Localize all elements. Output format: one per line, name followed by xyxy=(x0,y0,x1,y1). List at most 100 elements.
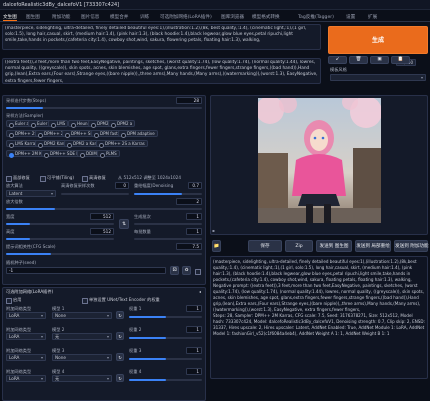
batch-count-label: 生成批次 xyxy=(134,214,151,219)
collapse-icon[interactable]: ◂ xyxy=(199,289,201,294)
send-to-extras-button[interactable]: 发送到 附加功能 xyxy=(394,240,429,252)
additional-networks-title[interactable]: 可选附加网络(LoRA插件) xyxy=(6,289,53,295)
upscale-by-slider[interactable] xyxy=(6,208,202,210)
tab-addnet[interactable]: 可选附加网络(LoRA插件) xyxy=(160,14,212,20)
refresh-models-button[interactable]: ↻ xyxy=(116,332,124,340)
refresh-models-button[interactable]: ↻ xyxy=(116,353,124,361)
face-restore-checkbox[interactable]: 面部修复 xyxy=(6,175,30,182)
network-weight-slider[interactable] xyxy=(129,316,202,318)
top-bar: dalcefoRealistic3dBy_dalcefoV1 [733307c4… xyxy=(0,0,430,10)
read-params-button[interactable]: ↙ xyxy=(328,56,347,64)
batch-count-slider[interactable] xyxy=(134,223,202,225)
cfg-input[interactable]: 7.5 xyxy=(176,243,202,250)
style-dropdown[interactable] xyxy=(330,74,426,81)
random-seed-button[interactable]: ⚄ xyxy=(170,266,179,275)
seed-label: 随机种子(seed) xyxy=(6,260,37,265)
reuse-seed-button[interactable]: ♻ xyxy=(182,266,191,275)
network-weight-label: 权重 2 xyxy=(129,327,142,332)
network-weight-input[interactable]: 1 xyxy=(186,305,202,312)
send-to-img2img-button[interactable]: 发送到 图生图 xyxy=(316,240,352,252)
generate-button[interactable]: 生成 xyxy=(328,26,428,54)
height-input[interactable]: 512 xyxy=(90,228,114,235)
network-weight-slider[interactable] xyxy=(129,379,202,381)
network-weight-input[interactable]: 1 xyxy=(186,326,202,333)
recycle-icon: ♻ xyxy=(184,268,189,273)
denoise-input[interactable]: 0.7 xyxy=(188,182,202,189)
save-button[interactable]: 保存 xyxy=(248,240,282,252)
steps-slider[interactable] xyxy=(6,107,202,109)
refresh-models-button[interactable]: ↻ xyxy=(116,374,124,382)
tab-img2img[interactable]: 图生图 xyxy=(26,14,40,20)
send-to-inpaint-button[interactable]: 发送到 局部重绘 xyxy=(355,240,391,252)
upscaler-dropdown[interactable]: Latent xyxy=(6,190,56,197)
upscaler-label: 放大算法 xyxy=(6,183,23,188)
tab-extras[interactable]: 附加功能 xyxy=(52,14,70,20)
sampler-option[interactable]: DPM++ 2S a Karras xyxy=(96,140,148,148)
network-weight-label: 权重 3 xyxy=(129,348,142,353)
hires-steps-input[interactable]: 0 xyxy=(115,182,129,189)
main-tabs: 文生图 图生图 附加功能 图片信息 模型合并 训练 可选附加网络(LoRA插件)… xyxy=(0,11,430,22)
width-slider[interactable] xyxy=(6,223,114,225)
network-model-dropdown[interactable]: 无 xyxy=(52,375,112,382)
network-weight-input[interactable]: 1 xyxy=(186,347,202,354)
upscale-by-input[interactable]: 2 xyxy=(176,198,202,205)
seed-input[interactable]: -1 xyxy=(6,267,166,274)
swap-dimensions-button[interactable]: ⇅ xyxy=(119,219,129,229)
tab-txt2img[interactable]: 文生图 xyxy=(3,14,17,21)
sampler-option[interactable]: DPM fast xyxy=(91,130,121,138)
batch-size-input[interactable]: 1 xyxy=(186,228,202,235)
tab-merge[interactable]: 模型合并 xyxy=(110,14,128,20)
steps-input[interactable]: 28 xyxy=(176,97,202,104)
denoise-slider[interactable] xyxy=(134,193,202,195)
image-preview-label: ▪ xyxy=(212,228,215,233)
trash-button[interactable]: 🗑 xyxy=(349,56,368,64)
tab-gallery[interactable]: 图库浏览器 xyxy=(221,14,244,20)
sampler-option[interactable]: DPM adaptive xyxy=(118,130,158,138)
sampler-option[interactable]: Euler xyxy=(28,120,51,128)
network-model-dropdown[interactable]: None xyxy=(52,312,112,319)
open-folder-button[interactable]: 📁 xyxy=(212,240,221,252)
network-type-dropdown[interactable]: LoRA xyxy=(6,333,46,340)
cfg-slider[interactable] xyxy=(6,253,202,255)
cfg-label: 提示词相关性(CFG Scale) xyxy=(6,244,56,249)
clipboard-icon: 📋 xyxy=(397,57,404,62)
negative-prompt-textarea[interactable]: ((extra feet)),3 feet,more than two feet… xyxy=(2,58,321,84)
width-input[interactable]: 512 xyxy=(90,213,114,220)
height-slider[interactable] xyxy=(6,238,114,240)
generated-image[interactable] xyxy=(258,98,381,223)
tab-tagger[interactable]: Tag反推(Tagger) xyxy=(298,14,334,20)
tab-png-info[interactable]: 图片信息 xyxy=(81,14,99,20)
tab-settings[interactable]: 设置 xyxy=(346,14,355,20)
tab-extensions[interactable]: 扩展 xyxy=(368,14,377,20)
refresh-models-button[interactable]: ↻ xyxy=(116,311,124,319)
tab-train[interactable]: 训练 xyxy=(140,14,149,20)
hires-steps-slider[interactable] xyxy=(61,193,129,195)
negative-prompt-text: ((extra feet)),3 feet,more than two feet… xyxy=(5,60,318,84)
folder-icon: 📁 xyxy=(213,244,220,249)
network-model-dropdown[interactable]: None xyxy=(52,354,112,361)
tiling-checkbox[interactable]: 可平铺(Tiling) xyxy=(40,175,74,182)
hires-fix-checkbox[interactable]: 高清修复 xyxy=(82,175,106,182)
batch-size-slider[interactable] xyxy=(134,238,202,240)
batch-size-label: 每批数量 xyxy=(134,229,151,234)
sampler-option[interactable]: LMS xyxy=(48,120,69,128)
network-type-dropdown[interactable]: LoRA xyxy=(6,354,46,361)
enable-addnet-checkbox[interactable]: 启用 xyxy=(6,297,21,304)
cards-icon: ▣ xyxy=(377,57,382,62)
sampler-option[interactable]: DPM2 a xyxy=(108,120,136,128)
separate-weights-checkbox[interactable]: 单独设置 UNet/Text Encoder 的权重 xyxy=(82,297,160,304)
batch-count-input[interactable]: 1 xyxy=(186,213,202,220)
checkpoint-label[interactable]: dalcefoRealistic3dBy_dalcefoV1 [733307c4… xyxy=(3,2,119,8)
save-style-button[interactable]: 📋 xyxy=(391,56,410,64)
network-model-dropdown[interactable]: 无 xyxy=(52,333,112,340)
sampler-option[interactable]: PLMS xyxy=(97,150,120,158)
network-weight-input[interactable]: 1 xyxy=(186,368,202,375)
extra-networks-button[interactable]: ▣ xyxy=(370,56,389,64)
zip-button[interactable]: Zip xyxy=(285,240,313,252)
network-type-dropdown[interactable]: LoRA xyxy=(6,312,46,319)
prompt-textarea[interactable]: (masterpiece, sidelighting, ultra-detail… xyxy=(2,24,321,50)
tab-convert[interactable]: 模型格式转换 xyxy=(252,14,280,20)
network-weight-slider[interactable] xyxy=(129,358,202,360)
network-weight-slider[interactable] xyxy=(129,337,202,339)
network-type-dropdown[interactable]: LoRA xyxy=(6,375,46,382)
